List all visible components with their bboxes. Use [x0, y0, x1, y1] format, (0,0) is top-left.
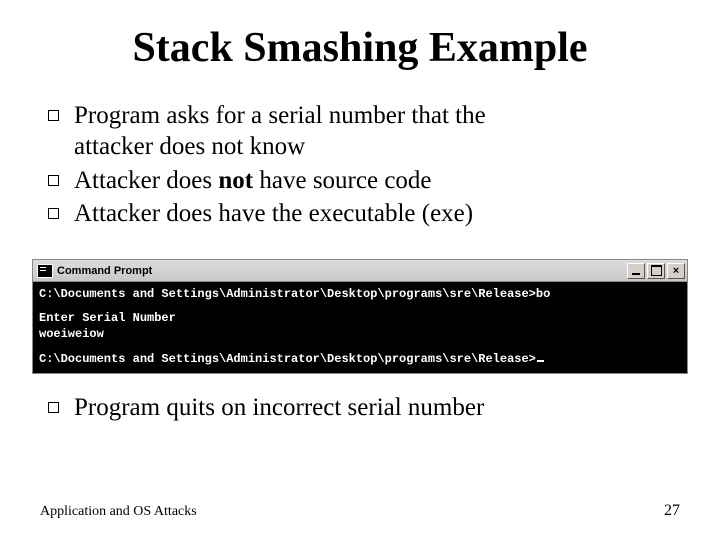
- terminal-body: C:\Documents and Settings\Administrator\…: [33, 282, 687, 373]
- terminal-line: Enter Serial Number: [39, 310, 681, 326]
- bullet-text: Program quits on incorrect serial number: [74, 394, 484, 421]
- bullet-list-bottom: Program quits on incorrect serial number: [40, 392, 680, 423]
- window-titlebar: Command Prompt ×: [33, 260, 687, 282]
- bullet-item-1: Program asks for a serial number that th…: [48, 100, 680, 163]
- bullet-text: Program asks for a serial number that th…: [74, 102, 486, 129]
- bullet-marker-icon: [48, 208, 59, 219]
- bullet-text-cont: attacker does not know: [74, 133, 305, 160]
- bullet-item-2: Attacker does not have source code: [48, 165, 680, 196]
- terminal-line: C:\Documents and Settings\Administrator\…: [39, 351, 681, 367]
- cmd-icon: [37, 264, 53, 278]
- bullet-marker-icon: [48, 175, 59, 186]
- page-number: 27: [664, 502, 680, 520]
- terminal-line: woeiweiow: [39, 326, 681, 342]
- footer-label: Application and OS Attacks: [40, 504, 197, 520]
- bullet-marker-icon: [48, 402, 59, 413]
- window-title: Command Prompt: [57, 265, 627, 277]
- slide-footer: Application and OS Attacks 27: [40, 502, 680, 520]
- bullet-text: Attacker does have the executable (exe): [74, 200, 473, 227]
- slide-title: Stack Smashing Example: [40, 24, 680, 72]
- window-buttons: ×: [627, 263, 685, 279]
- bullet-item-4: Program quits on incorrect serial number: [48, 392, 680, 423]
- command-prompt-window: Command Prompt × C:\Documents and Settin…: [32, 259, 688, 374]
- maximize-button[interactable]: [647, 263, 665, 279]
- slide: Stack Smashing Example Program asks for …: [0, 0, 720, 540]
- bullet-text: Attacker does: [74, 167, 218, 194]
- bullet-item-3: Attacker does have the executable (exe): [48, 198, 680, 229]
- terminal-prompt-text: C:\Documents and Settings\Administrator\…: [39, 352, 536, 366]
- close-button[interactable]: ×: [667, 263, 685, 279]
- bullet-list-top: Program asks for a serial number that th…: [40, 100, 680, 229]
- cursor-icon: [537, 360, 544, 362]
- minimize-button[interactable]: [627, 263, 645, 279]
- bullet-marker-icon: [48, 110, 59, 121]
- terminal-line: C:\Documents and Settings\Administrator\…: [39, 286, 681, 302]
- bullet-text: have source code: [253, 167, 431, 194]
- bullet-bold: not: [218, 167, 253, 194]
